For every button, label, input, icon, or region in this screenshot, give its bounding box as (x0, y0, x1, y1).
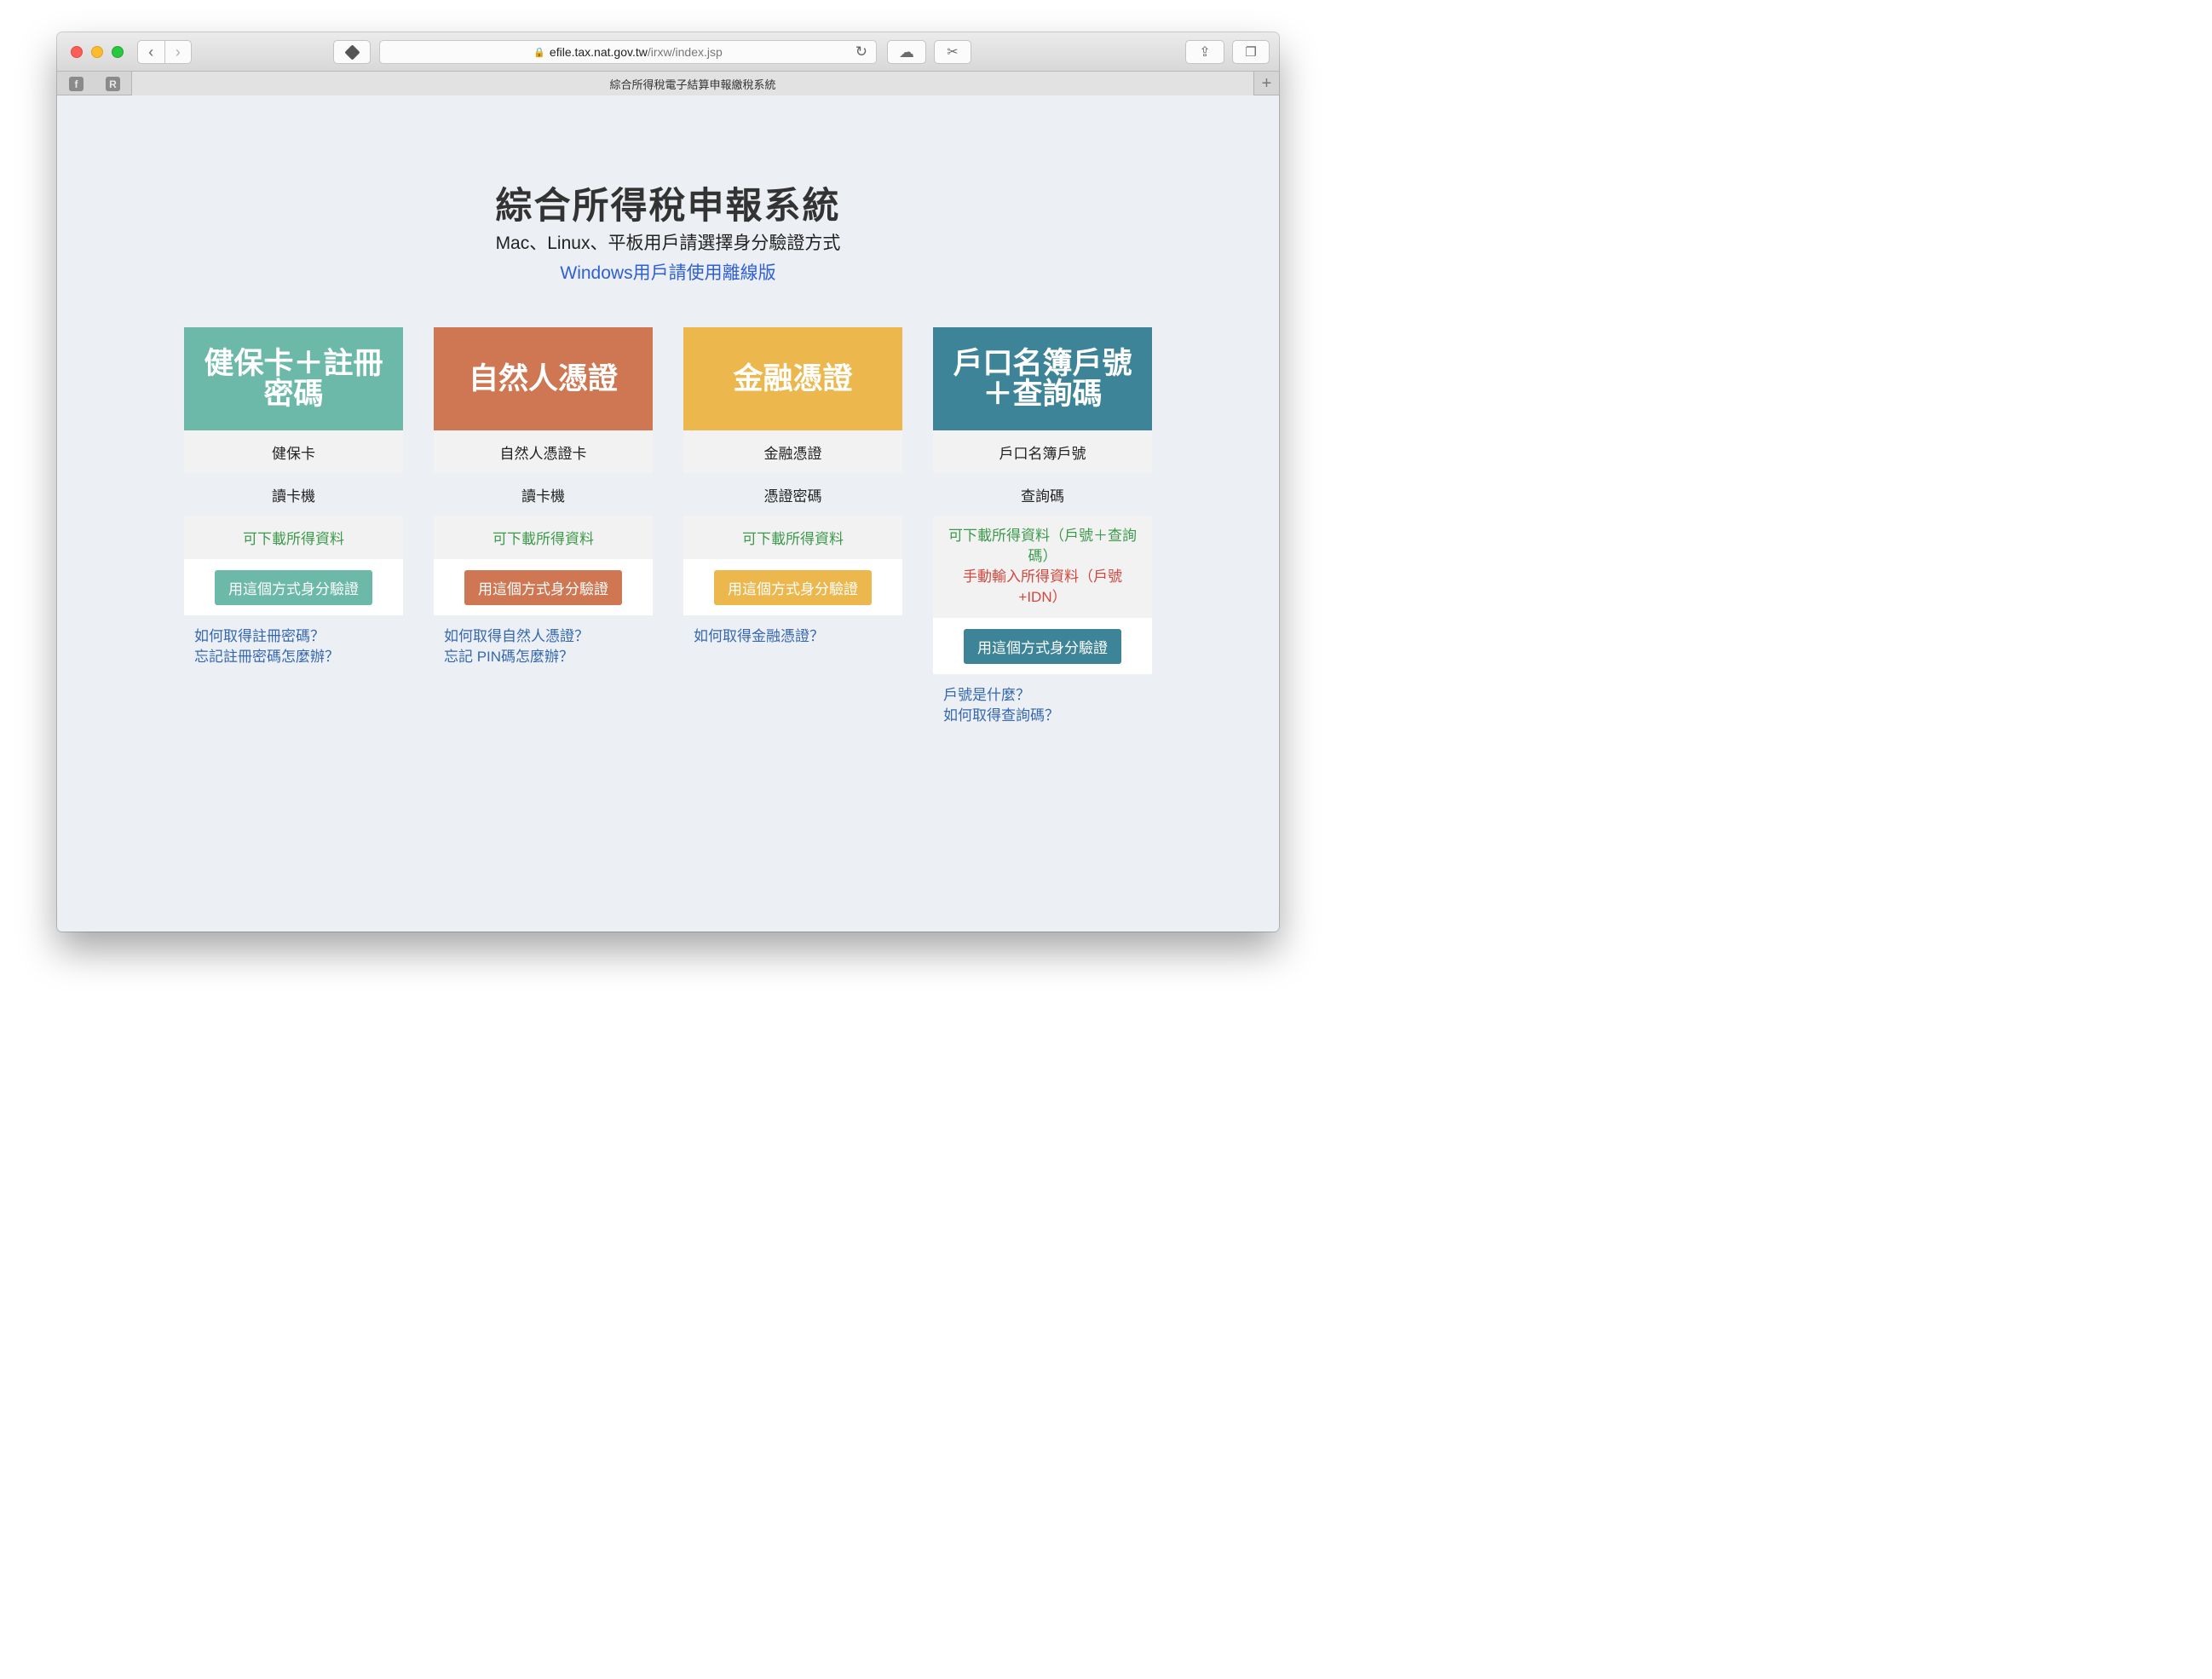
help-link-forgot-pin[interactable]: 忘記 PIN碼怎麼辦？ (444, 647, 642, 667)
card-title-line1: 自然人憑證 (468, 361, 618, 395)
feature-manual-line1: 手動輸入所得資料（戶號 (963, 568, 1122, 585)
card-requirement-1: 健保卡 (184, 430, 403, 473)
card-header: 金融憑證 (683, 327, 902, 430)
auth-card-moica: 自然人憑證 自然人憑證卡 讀卡機 可下載所得資料 用這個方式身分驗證 如何取得自… (434, 327, 653, 667)
card-requirement-2: 查詢碼 (1021, 488, 1064, 505)
tabs-overview-button[interactable]: ❐ (1232, 40, 1270, 64)
url-path: /irxw/index.jsp (647, 45, 723, 59)
card-button-row: 用這個方式身分驗證 (933, 618, 1152, 674)
favorite-r-icon[interactable]: R (106, 77, 120, 91)
verify-button-nhi[interactable]: 用這個方式身分驗證 (215, 569, 372, 605)
url-host: efile.tax.nat.gov.tw (549, 45, 648, 59)
card-feature: 可下載所得資料 (184, 516, 403, 559)
card-feature: 可下載所得資料 (434, 516, 653, 559)
help-link-forgot-password[interactable]: 忘記註冊密碼怎麼辦？ (194, 647, 393, 667)
card-button-row: 用這個方式身分驗證 (184, 559, 403, 615)
favorite-facebook-icon[interactable]: f (69, 77, 84, 91)
close-window-button[interactable] (71, 46, 83, 58)
browser-window: ‹ › 🔒 efile.tax.nat.gov.tw/irxw/index.js… (57, 32, 1279, 932)
card-requirement-1: 金融憑證 (683, 430, 902, 473)
card-help-links: 如何取得註冊密碼？ 忘記註冊密碼怎麼辦？ (184, 615, 403, 667)
share-icon: ⇪ (1199, 45, 1211, 60)
feature-download-line1: 可下載所得資料（戶號＋查詢 (948, 528, 1137, 544)
tab-bar: f R 綜合所得稅電子結算申報繳稅系統 + (57, 72, 1279, 95)
verify-button-household[interactable]: 用這個方式身分驗證 (964, 628, 1121, 664)
help-link-get-certificate[interactable]: 如何取得自然人憑證？ (444, 626, 642, 647)
address-bar[interactable]: 🔒 efile.tax.nat.gov.tw/irxw/index.jsp ↻ (379, 40, 877, 64)
share-button[interactable]: ⇪ (1185, 40, 1224, 64)
scissors-icon: ✂ (947, 45, 959, 60)
card-title-line2: 密碼 (263, 377, 324, 411)
card-title-line1: 戶口名簿戶號 (953, 346, 1132, 380)
browser-toolbar: ‹ › 🔒 efile.tax.nat.gov.tw/irxw/index.js… (57, 32, 1279, 72)
auth-card-household: 戶口名簿戶號 ＋查詢碼 戶口名簿戶號 查詢碼 可下載所得資料（戶號＋查詢 碼） … (933, 327, 1152, 726)
card-feature: 可下載所得資料 (683, 516, 902, 559)
card-header: 戶口名簿戶號 ＋查詢碼 (933, 327, 1152, 430)
windows-offline-link[interactable]: Windows用戶請使用離線版 (57, 259, 1279, 285)
auth-card-nhi: 健保卡＋註冊 密碼 健保卡 讀卡機 可下載所得資料 用這個方式身分驗證 如何取得… (184, 327, 403, 667)
tabs-icon: ❐ (1245, 45, 1257, 60)
tab-active[interactable]: 綜合所得稅電子結算申報繳稅系統 (132, 72, 1253, 95)
screenshot-button[interactable]: ✂ (934, 40, 971, 64)
icloud-button[interactable]: ☁ (887, 40, 926, 64)
card-help-links: 戶號是什麼？ 如何取得查詢碼？ (933, 674, 1152, 726)
reload-icon[interactable]: ↻ (855, 43, 867, 61)
card-header: 健保卡＋註冊 密碼 (184, 327, 403, 430)
card-title-line2: ＋查詢碼 (982, 377, 1103, 411)
page-title: 綜合所得稅申報系統 (495, 186, 841, 227)
lock-icon: 🔒 (533, 47, 545, 58)
card-requirement-1: 自然人憑證卡 (434, 430, 653, 473)
forward-icon[interactable]: › (164, 41, 192, 63)
help-link-household-number[interactable]: 戶號是什麼？ (943, 685, 1142, 706)
help-link-get-financial-certificate[interactable]: 如何取得金融憑證？ (694, 626, 892, 647)
page-subtitle: Mac、Linux、平板用戶請選擇身分驗證方式 (495, 234, 841, 253)
card-button-row: 用這個方式身分驗證 (683, 559, 902, 615)
cloud-icon: ☁ (899, 43, 914, 61)
card-header: 自然人憑證 (434, 327, 653, 430)
help-link-register-password[interactable]: 如何取得註冊密碼？ (194, 626, 393, 647)
card-features: 可下載所得資料（戶號＋查詢 碼） 手動輸入所得資料（戶號 +IDN） (933, 516, 1152, 618)
minimize-window-button[interactable] (91, 46, 103, 58)
feature-download-line2: 碼） (1028, 548, 1057, 564)
card-requirement-1: 戶口名簿戶號 (933, 430, 1152, 473)
card-button-row: 用這個方式身分驗證 (434, 559, 653, 615)
card-requirement-2: 憑證密碼 (763, 488, 822, 505)
auth-card-financial: 金融憑證 金融憑證 憑證密碼 可下載所得資料 用這個方式身分驗證 如何取得金融憑… (683, 327, 902, 647)
verify-button-financial[interactable]: 用這個方式身分驗證 (714, 569, 872, 605)
zoom-window-button[interactable] (112, 46, 124, 58)
card-title-line1: 健保卡＋註冊 (204, 346, 383, 380)
back-icon[interactable]: ‹ (138, 41, 164, 63)
card-help-links: 如何取得金融憑證？ (683, 615, 902, 647)
card-requirement-2: 讀卡機 (521, 488, 565, 505)
diamond-arrow-icon (343, 43, 360, 61)
page-content: 綜合所得稅申報系統 Mac、Linux、平板用戶請選擇身分驗證方式 Window… (57, 96, 1279, 932)
feature-manual-line2: +IDN） (1018, 589, 1067, 605)
verify-button-moica[interactable]: 用這個方式身分驗證 (464, 569, 622, 605)
safari-extension-button[interactable] (333, 40, 371, 64)
card-requirement-2: 讀卡機 (272, 488, 315, 505)
card-title-line1: 金融憑證 (733, 361, 853, 395)
card-help-links: 如何取得自然人憑證？ 忘記 PIN碼怎麼辦？ (434, 615, 653, 667)
help-link-get-query-code[interactable]: 如何取得查詢碼？ (943, 706, 1142, 726)
navigation-buttons: ‹ › (137, 40, 192, 64)
new-tab-icon[interactable]: + (1253, 72, 1279, 95)
